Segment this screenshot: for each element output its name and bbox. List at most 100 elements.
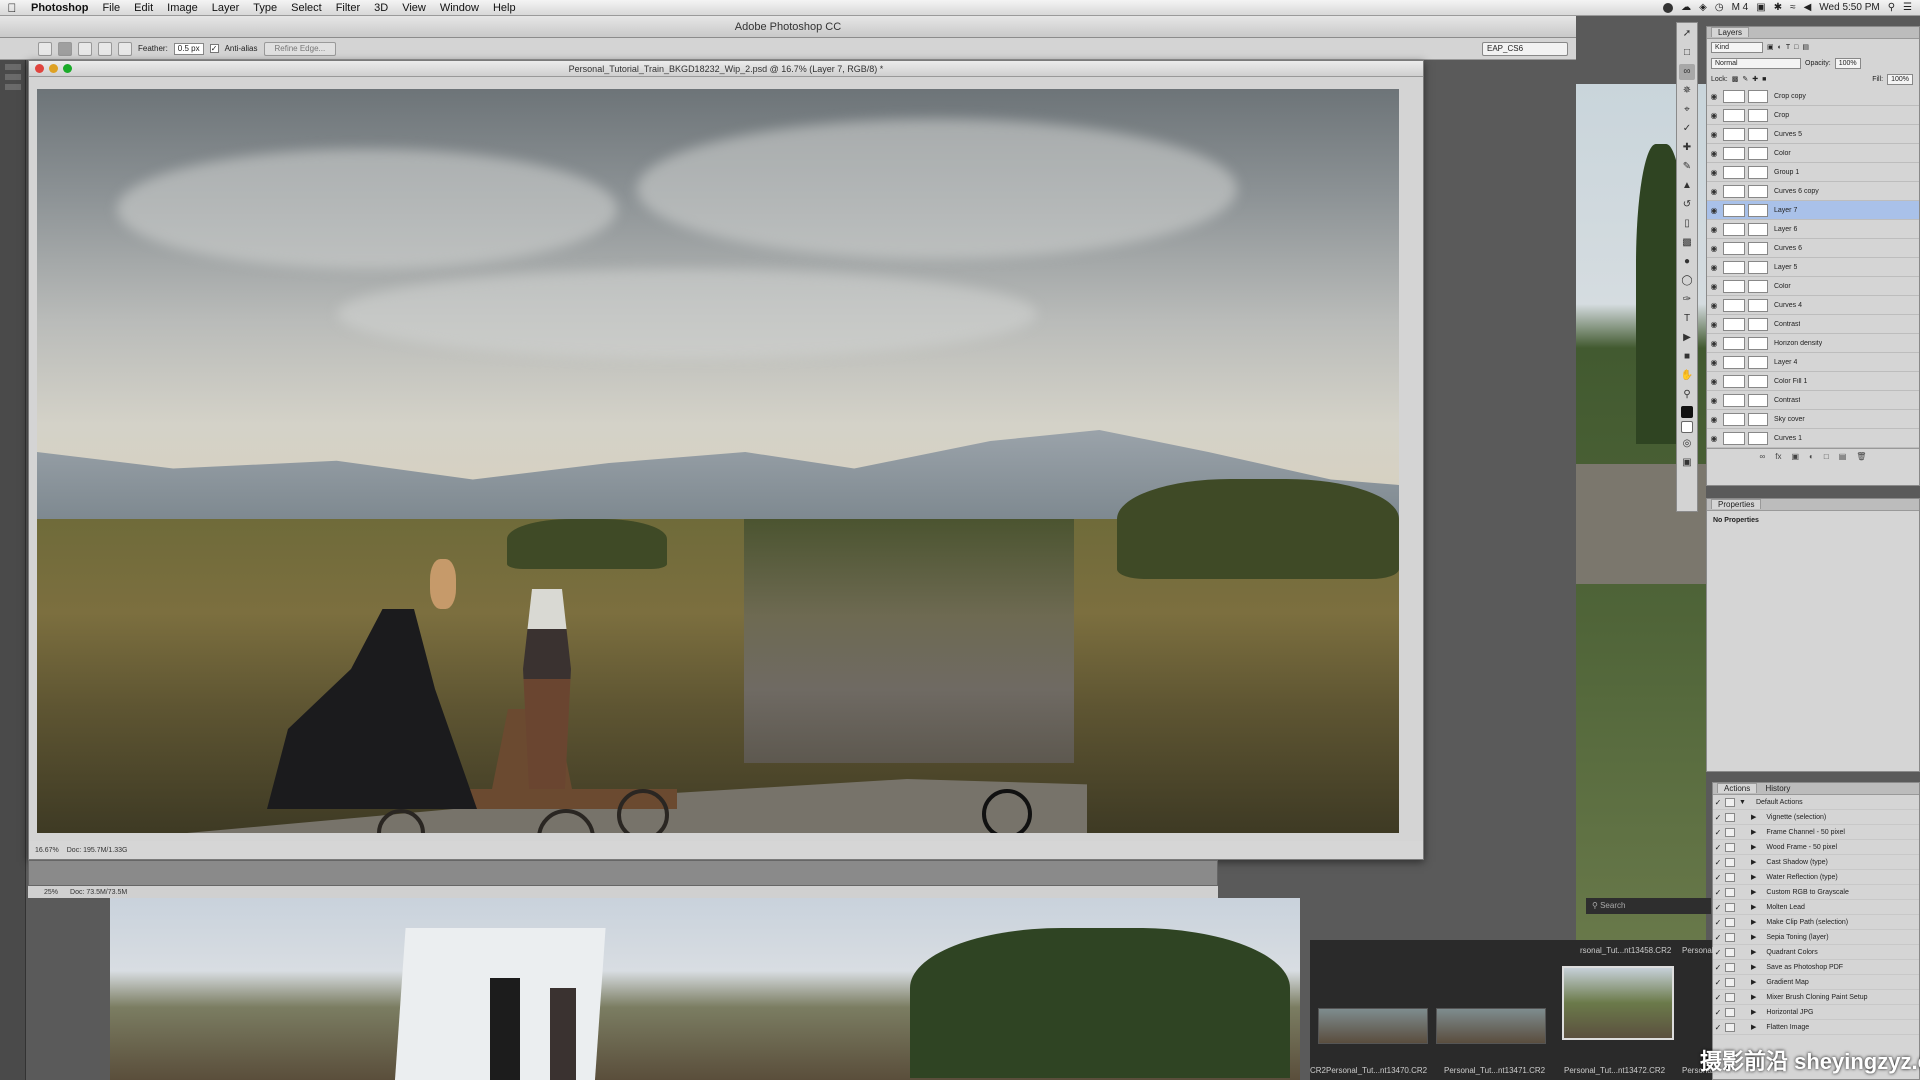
menu-file[interactable]: File (95, 2, 127, 14)
layer-kind-select[interactable]: Kind (1711, 41, 1763, 53)
action-enabled-check-icon[interactable]: ✓ (1713, 1023, 1723, 1032)
layer-row[interactable]: ◉ Contrast (1707, 315, 1919, 334)
visibility-eye-icon[interactable]: ◉ (1707, 263, 1721, 272)
dialog-toggle-box[interactable] (1725, 932, 1735, 942)
layer-row[interactable]: ◉ Color (1707, 144, 1919, 163)
action-enabled-check-icon[interactable]: ✓ (1713, 858, 1723, 867)
visibility-eye-icon[interactable]: ◉ (1707, 206, 1721, 215)
action-enabled-check-icon[interactable]: ✓ (1713, 903, 1723, 912)
layer-mask-thumbnail[interactable] (1748, 241, 1768, 255)
action-enabled-check-icon[interactable]: ✓ (1713, 798, 1723, 807)
menu-app-name[interactable]: Photoshop (24, 2, 95, 14)
refine-edge-button[interactable]: Refine Edge... (263, 41, 337, 56)
adjustment-layer-icon[interactable]: ◐ (1809, 452, 1814, 461)
expand-arrow-icon[interactable]: ▶ (1751, 978, 1756, 986)
menu-view[interactable]: View (395, 2, 433, 14)
menu-select[interactable]: Select (284, 2, 329, 14)
layer-mask-thumbnail[interactable] (1748, 336, 1768, 350)
history-brush-icon[interactable]: ↺ (1679, 197, 1695, 213)
layer-name[interactable]: Layer 5 (1774, 264, 1797, 271)
layer-name[interactable]: Contrast (1774, 321, 1800, 328)
strip-handle[interactable] (4, 64, 21, 70)
lasso-tool-preset-icon[interactable] (38, 41, 52, 56)
action-row[interactable]: ✓ ▶ Gradient Map (1713, 975, 1919, 990)
layer-row[interactable]: ◉ Horizon density (1707, 334, 1919, 353)
close-icon[interactable] (35, 64, 44, 73)
layer-row[interactable]: ◉ Curves 6 (1707, 239, 1919, 258)
shape-tool-icon[interactable]: ■ (1679, 349, 1695, 365)
visibility-eye-icon[interactable]: ◉ (1707, 415, 1721, 424)
visibility-eye-icon[interactable]: ◉ (1707, 396, 1721, 405)
layer-name[interactable]: Color Fill 1 (1774, 378, 1807, 385)
blend-mode-select[interactable]: Normal (1711, 57, 1801, 69)
history-tab[interactable]: History (1759, 784, 1797, 793)
layer-name[interactable]: Curves 6 (1774, 245, 1802, 252)
layer-mask-thumbnail[interactable] (1748, 127, 1768, 141)
menu-filter[interactable]: Filter (329, 2, 367, 14)
layer-mask-thumbnail[interactable] (1748, 108, 1768, 122)
layer-row[interactable]: ◉ Curves 6 copy (1707, 182, 1919, 201)
action-enabled-check-icon[interactable]: ✓ (1713, 843, 1723, 852)
gradient-tool-icon[interactable]: ▩ (1679, 235, 1695, 251)
visibility-eye-icon[interactable]: ◉ (1707, 377, 1721, 386)
thumbnail[interactable] (1436, 1008, 1546, 1044)
action-list[interactable]: ✓ ▼ Default Actions ✓ ▶ Vignette (selection) ✓… (1713, 795, 1919, 1035)
document-image[interactable] (37, 89, 1399, 833)
zoom-level[interactable]: 25% (44, 889, 58, 896)
action-enabled-check-icon[interactable]: ✓ (1713, 873, 1723, 882)
menu-3d[interactable]: 3D (367, 2, 395, 14)
clock-icon[interactable]: ◷ (1715, 2, 1724, 13)
crop-tool-icon[interactable]: ⌖ (1679, 102, 1695, 118)
antialias-checkbox[interactable]: ✓ (209, 44, 219, 53)
dialog-toggle-box[interactable] (1725, 842, 1735, 852)
visibility-eye-icon[interactable]: ◉ (1707, 320, 1721, 329)
action-enabled-check-icon[interactable]: ✓ (1713, 1008, 1723, 1017)
dialog-toggle-box[interactable] (1725, 857, 1735, 867)
layer-row[interactable]: ◉ Curves 4 (1707, 296, 1919, 315)
background-color-swatch[interactable] (1681, 421, 1693, 433)
filter-pixel-icon[interactable]: ▣ (1767, 43, 1774, 51)
visibility-eye-icon[interactable]: ◉ (1707, 225, 1721, 234)
menu-image[interactable]: Image (160, 2, 205, 14)
subtract-selection-button[interactable] (98, 41, 112, 56)
document-window[interactable]: Personal_Tutorial_Train_BKGD18232_Wip_2.… (28, 60, 1424, 860)
layer-name[interactable]: Horizon density (1774, 340, 1822, 347)
layer-name[interactable]: Curves 5 (1774, 131, 1802, 138)
expand-arrow-icon[interactable]: ▶ (1751, 948, 1756, 956)
foreground-color-swatch[interactable] (1681, 406, 1693, 418)
dialog-toggle-box[interactable] (1725, 827, 1735, 837)
visibility-eye-icon[interactable]: ◉ (1707, 130, 1721, 139)
bluetooth-icon[interactable]: ✱ (1774, 2, 1782, 13)
action-row[interactable]: ✓ ▶ Vignette (selection) (1713, 810, 1919, 825)
action-enabled-check-icon[interactable]: ✓ (1713, 978, 1723, 987)
expand-arrow-icon[interactable]: ▶ (1751, 828, 1756, 836)
eyedropper-tool-icon[interactable]: ✓ (1679, 121, 1695, 137)
expand-arrow-icon[interactable]: ▼ (1739, 799, 1746, 806)
brush-tool-icon[interactable]: ✎ (1679, 159, 1695, 175)
action-enabled-check-icon[interactable]: ✓ (1713, 918, 1723, 927)
layer-name[interactable]: Layer 6 (1774, 226, 1797, 233)
lock-transparency-icon[interactable]: ▩ (1732, 75, 1739, 83)
dialog-toggle-box[interactable] (1725, 812, 1735, 822)
action-row[interactable]: ✓ ▶ Flatten Image (1713, 1020, 1919, 1035)
feather-input[interactable]: 0.5 px (173, 42, 204, 55)
filter-shape-icon[interactable]: □ (1794, 44, 1798, 51)
status-badge[interactable]: M 4 (1732, 2, 1749, 13)
expand-arrow-icon[interactable]: ▶ (1751, 918, 1756, 926)
expand-arrow-icon[interactable]: ▶ (1751, 843, 1756, 851)
action-enabled-check-icon[interactable]: ✓ (1713, 963, 1723, 972)
layer-row[interactable]: ◉ Layer 5 (1707, 258, 1919, 277)
dialog-toggle-box[interactable] (1725, 902, 1735, 912)
path-select-icon[interactable]: ▶ (1679, 330, 1695, 346)
visibility-eye-icon[interactable]: ◉ (1707, 434, 1721, 443)
healing-brush-icon[interactable]: ✚ (1679, 140, 1695, 156)
action-enabled-check-icon[interactable]: ✓ (1713, 948, 1723, 957)
layer-name[interactable]: Contrast (1774, 397, 1800, 404)
expand-arrow-icon[interactable]: ▶ (1751, 1008, 1756, 1016)
action-row[interactable]: ✓ ▶ Mixer Brush Cloning Paint Setup (1713, 990, 1919, 1005)
layer-name[interactable]: Sky cover (1774, 416, 1805, 423)
visibility-eye-icon[interactable]: ◉ (1707, 168, 1721, 177)
menu-window[interactable]: Window (433, 2, 486, 14)
visibility-eye-icon[interactable]: ◉ (1707, 111, 1721, 120)
action-row[interactable]: ✓ ▶ Frame Channel - 50 pixel (1713, 825, 1919, 840)
